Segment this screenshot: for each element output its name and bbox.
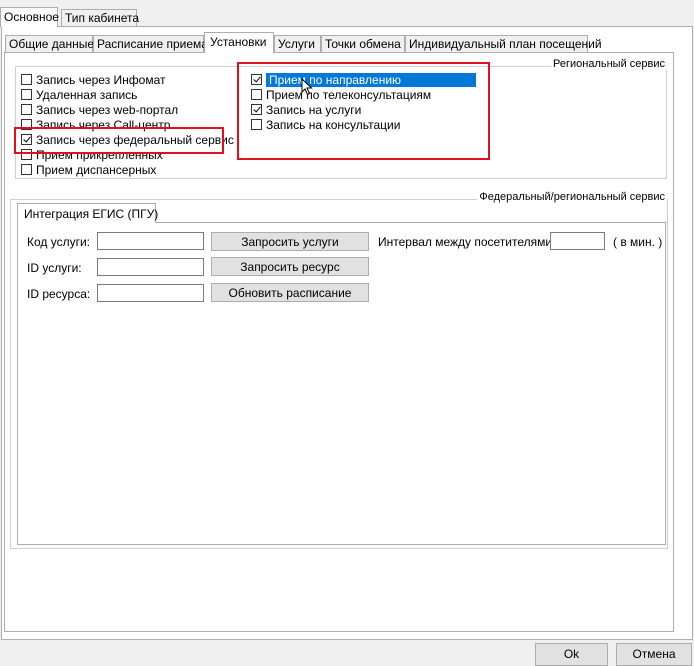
tab-label: Точки обмена bbox=[325, 37, 401, 51]
federal-service-legend: Федеральный/региональный сервис bbox=[477, 191, 667, 203]
checkbox-label: Запись на консультации bbox=[266, 117, 401, 132]
interval-unit-label: ( в мин. ) bbox=[613, 235, 663, 249]
checkbox-box[interactable] bbox=[251, 104, 262, 115]
checkbox-teleconsultation[interactable]: Прием по телеконсультациям bbox=[251, 87, 431, 102]
checkbox-box[interactable] bbox=[21, 134, 32, 145]
tab-label: Услуги bbox=[278, 37, 315, 51]
tab-egis-integration[interactable]: Интеграция ЕГИС (ПГУ) bbox=[17, 203, 159, 223]
checkbox-label: Запись через web-портал bbox=[36, 102, 179, 117]
service-code-label: Код услуги: bbox=[27, 235, 91, 249]
tab-exchange-points[interactable]: Точки обмена bbox=[321, 35, 405, 52]
service-id-label: ID услуги: bbox=[27, 261, 82, 275]
checkbox-consultation-booking[interactable]: Запись на консультации bbox=[251, 117, 400, 132]
tab-services[interactable]: Услуги bbox=[274, 35, 321, 52]
regional-service-legend: Региональный сервис bbox=[551, 58, 667, 70]
checkbox-label: Прием по телеконсультациям bbox=[266, 87, 432, 102]
interval-input[interactable] bbox=[550, 232, 605, 250]
checkbox-remote[interactable]: Удаленная запись bbox=[21, 87, 137, 102]
checkbox-box[interactable] bbox=[251, 119, 262, 130]
tab-settings[interactable]: Установки bbox=[204, 32, 274, 53]
service-code-input[interactable] bbox=[97, 232, 204, 250]
tab-general-data[interactable]: Общие данные bbox=[5, 35, 95, 52]
request-resource-button[interactable]: Запросить ресурс bbox=[211, 257, 369, 276]
checkbox-label: Прием прикрепленных bbox=[36, 147, 163, 162]
checkbox-label: Прием диспансерных bbox=[36, 162, 157, 177]
checkbox-box[interactable] bbox=[21, 149, 32, 160]
tab-label: Расписание приема bbox=[97, 37, 208, 51]
tab-label: Тип кабинета bbox=[65, 11, 140, 25]
checkbox-box[interactable] bbox=[21, 164, 32, 175]
checkbox-label: Запись на услуги bbox=[266, 102, 362, 117]
tab-osnovnoe[interactable]: Основное bbox=[0, 7, 59, 27]
tab-individual-plan[interactable]: Индивидуальный план посещений bbox=[405, 35, 602, 52]
checkbox-box[interactable] bbox=[251, 74, 262, 85]
request-services-button[interactable]: Запросить услуги bbox=[211, 232, 369, 251]
tab-schedule[interactable]: Расписание приема bbox=[93, 35, 208, 52]
checkbox-dispensary[interactable]: Прием диспансерных bbox=[21, 162, 156, 177]
cancel-button[interactable]: Отмена bbox=[616, 643, 692, 666]
checkbox-box[interactable] bbox=[21, 104, 32, 115]
resource-id-input[interactable] bbox=[97, 284, 204, 302]
tab-label: Общие данные bbox=[9, 37, 95, 51]
ok-button[interactable]: Ok bbox=[535, 643, 608, 666]
checkbox-infomat[interactable]: Запись через Инфомат bbox=[21, 72, 166, 87]
checkbox-federal-service[interactable]: Запись через федеральный сервис bbox=[21, 132, 234, 147]
tab-tip-kabineta[interactable]: Тип кабинета bbox=[61, 9, 140, 26]
mouse-cursor-icon bbox=[301, 78, 313, 96]
checkbox-attached[interactable]: Прием прикрепленных bbox=[21, 147, 163, 162]
checkbox-web-portal[interactable]: Запись через web-портал bbox=[21, 102, 178, 117]
checkbox-label: Запись через Инфомат bbox=[36, 72, 166, 87]
checkbox-box[interactable] bbox=[251, 89, 262, 100]
checkbox-label: Удаленная запись bbox=[36, 87, 138, 102]
checkbox-call-center[interactable]: Запись через Call-центр bbox=[21, 117, 170, 132]
checkbox-services-booking[interactable]: Запись на услуги bbox=[251, 102, 361, 117]
checkbox-label: Запись через федеральный сервис bbox=[36, 132, 234, 147]
checkbox-label: Запись через Call-центр bbox=[36, 117, 171, 132]
tab-label: Основное bbox=[4, 10, 59, 24]
service-id-input[interactable] bbox=[97, 258, 204, 276]
tab-label: Интеграция ЕГИС (ПГУ) bbox=[24, 207, 159, 221]
checkbox-label: Прием по направлению bbox=[266, 72, 476, 87]
checkbox-by-referral[interactable]: Прием по направлению bbox=[251, 72, 476, 87]
checkbox-box[interactable] bbox=[21, 89, 32, 100]
tab-label: Установки bbox=[210, 35, 267, 49]
checkbox-box[interactable] bbox=[21, 119, 32, 130]
checkbox-box[interactable] bbox=[21, 74, 32, 85]
interval-label: Интервал между посетителями: bbox=[378, 235, 556, 249]
resource-id-label: ID ресурса: bbox=[27, 287, 91, 301]
update-schedule-button[interactable]: Обновить расписание bbox=[211, 283, 369, 302]
tab-label: Индивидуальный план посещений bbox=[409, 37, 602, 51]
settings-tab-panel: Региональный сервис Запись через Инфомат… bbox=[4, 52, 674, 632]
